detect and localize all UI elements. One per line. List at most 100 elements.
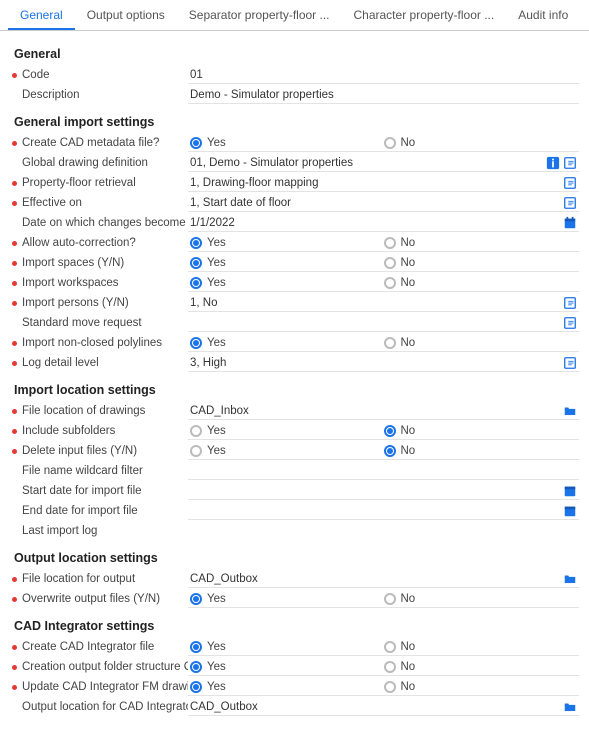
label-creation-output-folder: Creation output folder structure CAD In.…: [10, 660, 188, 674]
label-changes-effective-date: Date on which changes become effective: [10, 216, 188, 230]
label-include-subfolders: Include subfolders: [10, 424, 188, 438]
input-start-date-import[interactable]: [190, 483, 559, 499]
label-import-spaces: Import spaces (Y/N): [10, 256, 188, 270]
info-icon[interactable]: [546, 156, 560, 170]
label-end-date-import: End date for import file: [10, 504, 188, 518]
section-cad-int-title: CAD Integrator settings: [10, 609, 579, 637]
input-import-persons[interactable]: [190, 295, 559, 311]
input-standard-move-request[interactable]: [190, 315, 559, 331]
lookup-icon[interactable]: [563, 356, 577, 370]
radio-option-no[interactable]: No: [384, 661, 578, 673]
radio-option-no[interactable]: No: [384, 681, 578, 693]
radio-option-no[interactable]: No: [384, 137, 578, 149]
label-standard-move-request: Standard move request: [10, 316, 188, 330]
radio-update-cad-fm-drawing[interactable]: YesNo: [190, 681, 577, 693]
folder-icon[interactable]: [563, 700, 577, 714]
form-content: General Code Description General import …: [0, 31, 589, 737]
input-wildcard-filter[interactable]: [190, 463, 577, 479]
radio-option-yes[interactable]: Yes: [190, 445, 384, 457]
label-create-cad-metadata: Create CAD metadata file?: [10, 136, 188, 150]
label-property-floor-retrieval: Property-floor retrieval: [10, 176, 188, 190]
label-import-polylines: Import non-closed polylines: [10, 336, 188, 350]
tab-separator-prop-floor[interactable]: Separator property-floor ...: [177, 0, 342, 30]
radio-import-spaces[interactable]: YesNo: [190, 257, 577, 269]
tab-output-options[interactable]: Output options: [75, 0, 177, 30]
radio-option-yes[interactable]: Yes: [190, 641, 384, 653]
label-output-loc-cad-integrator: Output location for CAD Integrator files: [10, 700, 188, 714]
label-import-workspaces: Import workspaces: [10, 276, 188, 290]
label-log-detail-level: Log detail level: [10, 356, 188, 370]
label-overwrite-output-files: Overwrite output files (Y/N): [10, 592, 188, 606]
tab-character-prop-floor[interactable]: Character property-floor ...: [342, 0, 507, 30]
section-import-loc-title: Import location settings: [10, 373, 579, 401]
label-allow-auto-correction: Allow auto-correction?: [10, 236, 188, 250]
radio-option-yes[interactable]: Yes: [190, 593, 384, 605]
input-code[interactable]: [190, 67, 577, 83]
label-file-location-output: File location for output: [10, 572, 188, 586]
radio-option-yes[interactable]: Yes: [190, 277, 384, 289]
input-file-location-output[interactable]: [190, 571, 559, 587]
label-last-import-log: Last import log: [10, 524, 188, 538]
input-changes-effective-date[interactable]: [190, 215, 559, 231]
radio-option-no[interactable]: No: [384, 425, 578, 437]
radio-option-no[interactable]: No: [384, 277, 578, 289]
label-delete-input-files: Delete input files (Y/N): [10, 444, 188, 458]
radio-create-cad-integrator-file[interactable]: YesNo: [190, 641, 577, 653]
label-file-location-drawings: File location of drawings: [10, 404, 188, 418]
label-import-persons: Import persons (Y/N): [10, 296, 188, 310]
calendar-icon[interactable]: [563, 484, 577, 498]
radio-include-subfolders[interactable]: YesNo: [190, 425, 577, 437]
tab-strip: General Output options Separator propert…: [0, 0, 589, 31]
lookup-icon[interactable]: [563, 176, 577, 190]
input-last-import-log: [190, 523, 577, 539]
folder-icon[interactable]: [563, 572, 577, 586]
label-global-drawing-def: Global drawing definition: [10, 156, 188, 170]
lookup-icon[interactable]: [563, 196, 577, 210]
radio-creation-output-folder[interactable]: YesNo: [190, 661, 577, 673]
folder-icon[interactable]: [563, 404, 577, 418]
input-property-floor-retrieval[interactable]: [190, 175, 559, 191]
label-update-cad-fm-drawing: Update CAD Integrator FM drawing: [10, 680, 188, 694]
label-create-cad-integrator-file: Create CAD Integrator file: [10, 640, 188, 654]
input-log-detail-level[interactable]: [190, 355, 559, 371]
radio-option-yes[interactable]: Yes: [190, 337, 384, 349]
input-output-loc-cad-integrator[interactable]: [190, 699, 559, 715]
input-description[interactable]: [190, 87, 577, 103]
radio-create-cad-metadata[interactable]: YesNo: [190, 137, 577, 149]
input-global-drawing-def[interactable]: [190, 155, 542, 171]
label-start-date-import: Start date for import file: [10, 484, 188, 498]
label-code: Code: [10, 68, 188, 82]
radio-option-yes[interactable]: Yes: [190, 661, 384, 673]
label-description: Description: [10, 88, 188, 102]
lookup-icon[interactable]: [563, 316, 577, 330]
label-effective-on: Effective on: [10, 196, 188, 210]
radio-allow-auto-correction[interactable]: YesNo: [190, 237, 577, 249]
radio-option-no[interactable]: No: [384, 641, 578, 653]
radio-option-no[interactable]: No: [384, 445, 578, 457]
calendar-icon[interactable]: [563, 216, 577, 230]
radio-option-no[interactable]: No: [384, 337, 578, 349]
input-effective-on[interactable]: [190, 195, 559, 211]
label-wildcard-filter: File name wildcard filter: [10, 464, 188, 478]
input-file-location-drawings[interactable]: [190, 403, 559, 419]
tab-general[interactable]: General: [8, 0, 75, 30]
input-end-date-import[interactable]: [190, 503, 559, 519]
calendar-icon[interactable]: [563, 504, 577, 518]
radio-delete-input-files[interactable]: YesNo: [190, 445, 577, 457]
radio-option-yes[interactable]: Yes: [190, 681, 384, 693]
radio-import-workspaces[interactable]: YesNo: [190, 277, 577, 289]
radio-overwrite-output-files[interactable]: YesNo: [190, 593, 577, 605]
section-general-title: General: [10, 37, 579, 65]
radio-option-yes[interactable]: Yes: [190, 257, 384, 269]
radio-option-no[interactable]: No: [384, 237, 578, 249]
section-output-loc-title: Output location settings: [10, 541, 579, 569]
tab-audit-info[interactable]: Audit info: [506, 0, 580, 30]
lookup-icon[interactable]: [563, 156, 577, 170]
radio-option-no[interactable]: No: [384, 593, 578, 605]
radio-option-no[interactable]: No: [384, 257, 578, 269]
radio-option-yes[interactable]: Yes: [190, 137, 384, 149]
radio-option-yes[interactable]: Yes: [190, 237, 384, 249]
lookup-icon[interactable]: [563, 296, 577, 310]
radio-option-yes[interactable]: Yes: [190, 425, 384, 437]
radio-import-polylines[interactable]: YesNo: [190, 337, 577, 349]
